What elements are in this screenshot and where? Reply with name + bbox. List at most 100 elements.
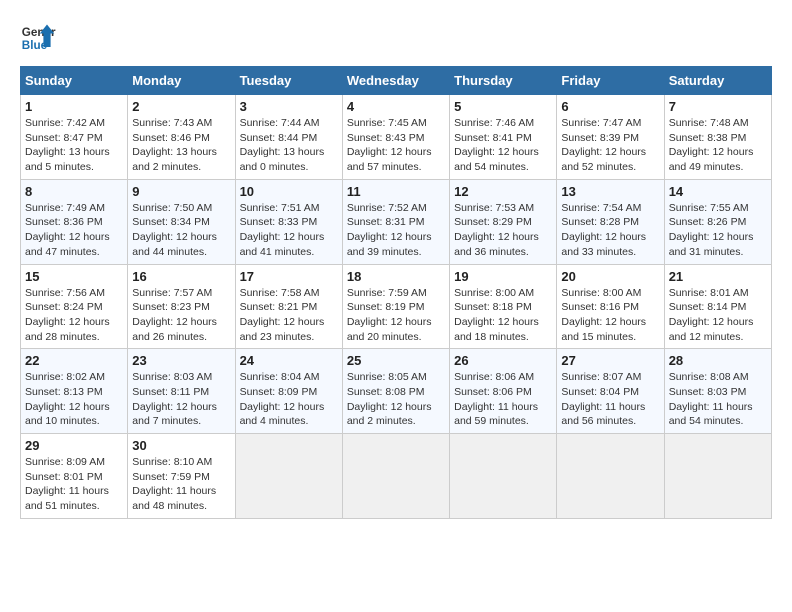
calendar-cell: 29 Sunrise: 8:09 AM Sunset: 8:01 PM Dayl… xyxy=(21,434,128,519)
calendar-cell: 10 Sunrise: 7:51 AM Sunset: 8:33 PM Dayl… xyxy=(235,179,342,264)
day-info: Sunrise: 7:42 AM Sunset: 8:47 PM Dayligh… xyxy=(25,116,123,175)
page-header: General Blue xyxy=(20,20,772,56)
calendar-week-1: 1 Sunrise: 7:42 AM Sunset: 8:47 PM Dayli… xyxy=(21,95,772,180)
calendar-week-3: 15 Sunrise: 7:56 AM Sunset: 8:24 PM Dayl… xyxy=(21,264,772,349)
calendar-cell: 14 Sunrise: 7:55 AM Sunset: 8:26 PM Dayl… xyxy=(664,179,771,264)
day-number: 3 xyxy=(240,99,338,114)
calendar-cell: 8 Sunrise: 7:49 AM Sunset: 8:36 PM Dayli… xyxy=(21,179,128,264)
day-info: Sunrise: 7:43 AM Sunset: 8:46 PM Dayligh… xyxy=(132,116,230,175)
weekday-header-thursday: Thursday xyxy=(450,67,557,95)
day-number: 20 xyxy=(561,269,659,284)
calendar-cell xyxy=(342,434,449,519)
calendar-cell: 24 Sunrise: 8:04 AM Sunset: 8:09 PM Dayl… xyxy=(235,349,342,434)
day-number: 23 xyxy=(132,353,230,368)
weekday-header-tuesday: Tuesday xyxy=(235,67,342,95)
day-number: 4 xyxy=(347,99,445,114)
day-info: Sunrise: 7:47 AM Sunset: 8:39 PM Dayligh… xyxy=(561,116,659,175)
day-info: Sunrise: 7:51 AM Sunset: 8:33 PM Dayligh… xyxy=(240,201,338,260)
calendar-cell: 26 Sunrise: 8:06 AM Sunset: 8:06 PM Dayl… xyxy=(450,349,557,434)
day-info: Sunrise: 8:10 AM Sunset: 7:59 PM Dayligh… xyxy=(132,455,230,514)
day-number: 18 xyxy=(347,269,445,284)
weekday-header-sunday: Sunday xyxy=(21,67,128,95)
calendar-cell: 13 Sunrise: 7:54 AM Sunset: 8:28 PM Dayl… xyxy=(557,179,664,264)
day-info: Sunrise: 7:48 AM Sunset: 8:38 PM Dayligh… xyxy=(669,116,767,175)
day-info: Sunrise: 7:59 AM Sunset: 8:19 PM Dayligh… xyxy=(347,286,445,345)
day-number: 7 xyxy=(669,99,767,114)
calendar-cell: 4 Sunrise: 7:45 AM Sunset: 8:43 PM Dayli… xyxy=(342,95,449,180)
calendar-cell xyxy=(557,434,664,519)
day-number: 8 xyxy=(25,184,123,199)
calendar-cell xyxy=(235,434,342,519)
calendar-header-row: SundayMondayTuesdayWednesdayThursdayFrid… xyxy=(21,67,772,95)
calendar-cell: 22 Sunrise: 8:02 AM Sunset: 8:13 PM Dayl… xyxy=(21,349,128,434)
day-info: Sunrise: 7:44 AM Sunset: 8:44 PM Dayligh… xyxy=(240,116,338,175)
day-info: Sunrise: 7:45 AM Sunset: 8:43 PM Dayligh… xyxy=(347,116,445,175)
day-number: 1 xyxy=(25,99,123,114)
calendar-cell: 5 Sunrise: 7:46 AM Sunset: 8:41 PM Dayli… xyxy=(450,95,557,180)
day-info: Sunrise: 7:49 AM Sunset: 8:36 PM Dayligh… xyxy=(25,201,123,260)
calendar-cell: 27 Sunrise: 8:07 AM Sunset: 8:04 PM Dayl… xyxy=(557,349,664,434)
calendar-cell: 15 Sunrise: 7:56 AM Sunset: 8:24 PM Dayl… xyxy=(21,264,128,349)
calendar-cell: 17 Sunrise: 7:58 AM Sunset: 8:21 PM Dayl… xyxy=(235,264,342,349)
day-number: 22 xyxy=(25,353,123,368)
day-info: Sunrise: 7:58 AM Sunset: 8:21 PM Dayligh… xyxy=(240,286,338,345)
calendar-cell: 16 Sunrise: 7:57 AM Sunset: 8:23 PM Dayl… xyxy=(128,264,235,349)
logo: General Blue xyxy=(20,20,56,56)
day-info: Sunrise: 8:06 AM Sunset: 8:06 PM Dayligh… xyxy=(454,370,552,429)
weekday-header-monday: Monday xyxy=(128,67,235,95)
day-number: 13 xyxy=(561,184,659,199)
calendar-cell: 7 Sunrise: 7:48 AM Sunset: 8:38 PM Dayli… xyxy=(664,95,771,180)
calendar-cell: 21 Sunrise: 8:01 AM Sunset: 8:14 PM Dayl… xyxy=(664,264,771,349)
day-info: Sunrise: 8:02 AM Sunset: 8:13 PM Dayligh… xyxy=(25,370,123,429)
day-info: Sunrise: 8:04 AM Sunset: 8:09 PM Dayligh… xyxy=(240,370,338,429)
day-number: 26 xyxy=(454,353,552,368)
logo-icon: General Blue xyxy=(20,20,56,56)
day-info: Sunrise: 7:55 AM Sunset: 8:26 PM Dayligh… xyxy=(669,201,767,260)
calendar-cell: 23 Sunrise: 8:03 AM Sunset: 8:11 PM Dayl… xyxy=(128,349,235,434)
day-number: 12 xyxy=(454,184,552,199)
calendar-cell: 18 Sunrise: 7:59 AM Sunset: 8:19 PM Dayl… xyxy=(342,264,449,349)
calendar-week-4: 22 Sunrise: 8:02 AM Sunset: 8:13 PM Dayl… xyxy=(21,349,772,434)
day-number: 27 xyxy=(561,353,659,368)
day-info: Sunrise: 8:07 AM Sunset: 8:04 PM Dayligh… xyxy=(561,370,659,429)
day-info: Sunrise: 7:53 AM Sunset: 8:29 PM Dayligh… xyxy=(454,201,552,260)
day-number: 10 xyxy=(240,184,338,199)
calendar-cell: 11 Sunrise: 7:52 AM Sunset: 8:31 PM Dayl… xyxy=(342,179,449,264)
calendar-cell: 12 Sunrise: 7:53 AM Sunset: 8:29 PM Dayl… xyxy=(450,179,557,264)
calendar-cell: 19 Sunrise: 8:00 AM Sunset: 8:18 PM Dayl… xyxy=(450,264,557,349)
calendar-cell: 2 Sunrise: 7:43 AM Sunset: 8:46 PM Dayli… xyxy=(128,95,235,180)
day-info: Sunrise: 8:01 AM Sunset: 8:14 PM Dayligh… xyxy=(669,286,767,345)
day-number: 17 xyxy=(240,269,338,284)
day-info: Sunrise: 7:56 AM Sunset: 8:24 PM Dayligh… xyxy=(25,286,123,345)
day-info: Sunrise: 8:05 AM Sunset: 8:08 PM Dayligh… xyxy=(347,370,445,429)
calendar-week-5: 29 Sunrise: 8:09 AM Sunset: 8:01 PM Dayl… xyxy=(21,434,772,519)
day-number: 9 xyxy=(132,184,230,199)
calendar-cell: 6 Sunrise: 7:47 AM Sunset: 8:39 PM Dayli… xyxy=(557,95,664,180)
day-info: Sunrise: 8:00 AM Sunset: 8:16 PM Dayligh… xyxy=(561,286,659,345)
day-info: Sunrise: 7:57 AM Sunset: 8:23 PM Dayligh… xyxy=(132,286,230,345)
day-number: 28 xyxy=(669,353,767,368)
calendar-cell: 28 Sunrise: 8:08 AM Sunset: 8:03 PM Dayl… xyxy=(664,349,771,434)
day-number: 5 xyxy=(454,99,552,114)
calendar-cell: 9 Sunrise: 7:50 AM Sunset: 8:34 PM Dayli… xyxy=(128,179,235,264)
day-number: 19 xyxy=(454,269,552,284)
calendar-cell: 1 Sunrise: 7:42 AM Sunset: 8:47 PM Dayli… xyxy=(21,95,128,180)
day-info: Sunrise: 7:46 AM Sunset: 8:41 PM Dayligh… xyxy=(454,116,552,175)
calendar-cell: 20 Sunrise: 8:00 AM Sunset: 8:16 PM Dayl… xyxy=(557,264,664,349)
calendar-body: 1 Sunrise: 7:42 AM Sunset: 8:47 PM Dayli… xyxy=(21,95,772,519)
day-number: 25 xyxy=(347,353,445,368)
day-number: 29 xyxy=(25,438,123,453)
day-info: Sunrise: 7:52 AM Sunset: 8:31 PM Dayligh… xyxy=(347,201,445,260)
weekday-header-wednesday: Wednesday xyxy=(342,67,449,95)
day-number: 14 xyxy=(669,184,767,199)
day-number: 6 xyxy=(561,99,659,114)
day-info: Sunrise: 8:08 AM Sunset: 8:03 PM Dayligh… xyxy=(669,370,767,429)
day-info: Sunrise: 7:54 AM Sunset: 8:28 PM Dayligh… xyxy=(561,201,659,260)
day-info: Sunrise: 7:50 AM Sunset: 8:34 PM Dayligh… xyxy=(132,201,230,260)
calendar-cell: 3 Sunrise: 7:44 AM Sunset: 8:44 PM Dayli… xyxy=(235,95,342,180)
day-number: 24 xyxy=(240,353,338,368)
day-number: 21 xyxy=(669,269,767,284)
day-info: Sunrise: 8:03 AM Sunset: 8:11 PM Dayligh… xyxy=(132,370,230,429)
calendar-cell: 30 Sunrise: 8:10 AM Sunset: 7:59 PM Dayl… xyxy=(128,434,235,519)
calendar-cell xyxy=(664,434,771,519)
